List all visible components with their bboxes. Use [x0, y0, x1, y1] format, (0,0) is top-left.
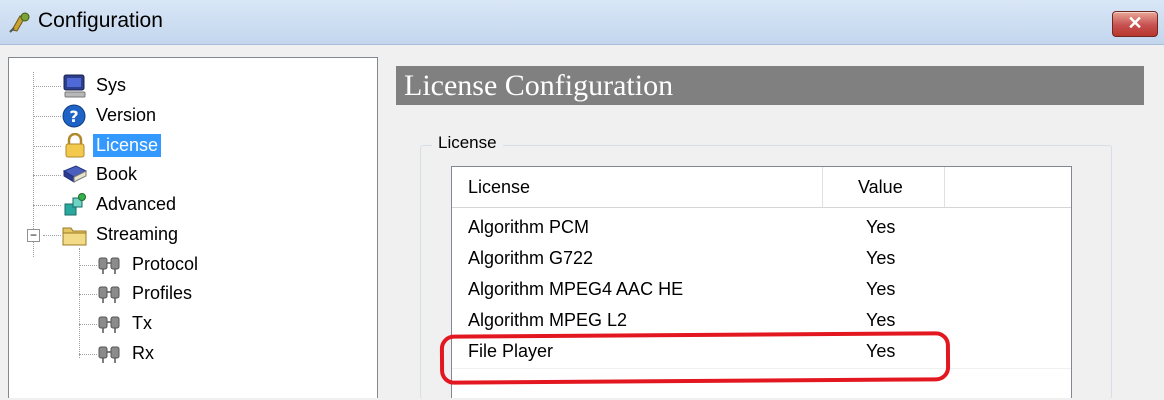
- value-cell: Yes: [866, 310, 896, 330]
- tree-item-label: Advanced: [96, 194, 177, 214]
- tree-connector: [33, 86, 61, 87]
- streaming-expander-toggle[interactable]: −: [27, 229, 40, 242]
- tree-connector: [79, 354, 97, 355]
- tree-item-label: Book: [96, 164, 138, 184]
- value-cell: Yes: [866, 217, 896, 237]
- tree-item-label: Rx: [132, 343, 154, 363]
- navigation-tree[interactable]: − Sys ? Version License Book Advanced St…: [8, 57, 378, 398]
- table-row[interactable]: Algorithm G722 Yes: [452, 244, 1071, 275]
- tree-item-label: Profiles: [132, 283, 193, 303]
- tree-item-label: Tx: [132, 313, 152, 333]
- tree-connector: [79, 294, 97, 295]
- value-cell: Yes: [866, 279, 896, 299]
- network-icon: [98, 346, 120, 363]
- svg-text:?: ?: [69, 107, 78, 126]
- groupbox-label: License: [432, 133, 503, 153]
- network-icon: [98, 286, 120, 303]
- tree-item-label: Sys: [96, 75, 127, 95]
- collapse-icon: −: [29, 228, 37, 242]
- column-header-value[interactable]: Value: [858, 177, 903, 198]
- close-icon: ✕: [1127, 13, 1143, 33]
- column-divider[interactable]: [822, 167, 823, 207]
- tree-item-label: Streaming: [96, 224, 179, 244]
- lock-icon: [65, 133, 85, 158]
- panel-title: License Configuration: [396, 66, 1144, 105]
- license-cell: Algorithm G722: [468, 248, 594, 268]
- tree-connector: [33, 116, 61, 117]
- advanced-icon: [64, 193, 86, 216]
- tree-connector: [79, 324, 97, 325]
- monitor-icon: [63, 74, 86, 98]
- book-icon: [62, 165, 88, 183]
- column-divider[interactable]: [944, 167, 945, 207]
- column-header-license[interactable]: License: [468, 177, 530, 198]
- license-cell: Algorithm MPEG4 AAC HE: [468, 279, 684, 299]
- tree-item-label: Protocol: [132, 254, 199, 274]
- close-button[interactable]: ✕: [1112, 11, 1158, 37]
- tree-item-label: License: [93, 134, 162, 157]
- help-icon: ?: [62, 104, 86, 128]
- title-bar[interactable]: Configuration ✕: [0, 0, 1164, 45]
- license-cell: Algorithm PCM: [468, 217, 590, 237]
- network-icon: [98, 257, 120, 274]
- tree-connector: [43, 235, 61, 236]
- tree-connector: [79, 265, 97, 266]
- red-highlight-annotation: [439, 331, 951, 385]
- tree-connector: [33, 205, 61, 206]
- license-cell: Algorithm MPEG L2: [468, 310, 628, 330]
- network-icon: [98, 316, 120, 333]
- value-cell: Yes: [866, 248, 896, 268]
- window-title: Configuration: [38, 9, 163, 32]
- folder-icon: [62, 227, 87, 246]
- table-header: License Value: [452, 167, 1071, 208]
- table-row[interactable]: Algorithm PCM Yes: [452, 213, 1071, 244]
- table-row[interactable]: Algorithm MPEG4 AAC HE Yes: [452, 275, 1071, 306]
- app-icon: [9, 12, 30, 33]
- tree-connector: [33, 146, 61, 147]
- tree-connector: [33, 175, 61, 176]
- tree-item-label: Version: [96, 105, 157, 125]
